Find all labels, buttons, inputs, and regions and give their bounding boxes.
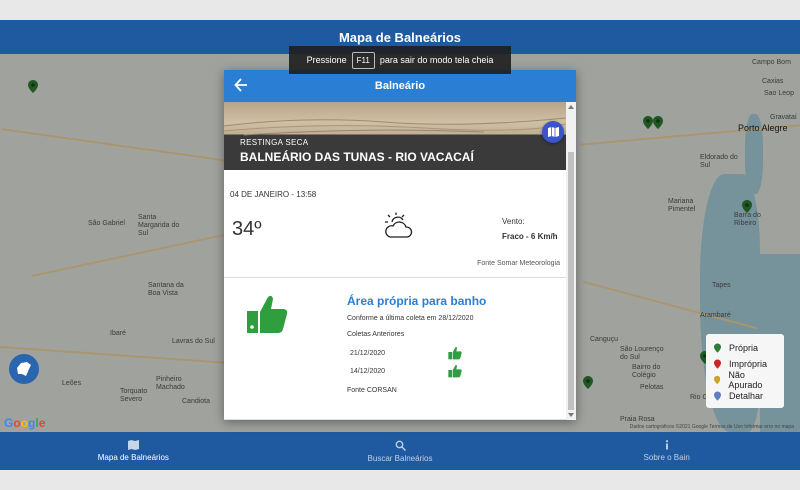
weather-section: 04 DE JANEIRO - 13:58 34º Vento: Fraco -… — [224, 170, 566, 278]
map-legend: Própria Imprópria Não Apurado Detalhar — [706, 334, 784, 408]
wind-value: Fraco - 6 Km/h — [502, 232, 558, 241]
red-marker-icon — [714, 359, 721, 369]
fs-key: F11 — [351, 51, 375, 69]
legend-label: Detalhar — [729, 391, 764, 401]
legend-label: Própria — [729, 343, 759, 353]
bottom-nav: Mapa de Balneários Buscar Balneários Sob… — [0, 432, 800, 470]
previous-samples-label: Coletas Anteriores — [347, 331, 405, 338]
thumb-up-icon — [448, 346, 462, 360]
nav-mapa[interactable]: Mapa de Balneários — [0, 432, 267, 470]
sample-date: 14/12/2020 — [350, 368, 386, 375]
weather-date: 04 DE JANEIRO - 13:58 — [230, 190, 317, 199]
beach-region: RESTINGA SECA — [240, 138, 309, 147]
quality-source: Fonte CORSAN — [347, 387, 397, 394]
back-arrow-icon[interactable] — [234, 78, 248, 92]
scroll-down-arrow-icon[interactable] — [568, 413, 574, 417]
beach-detail-modal: Balneário RESTINGA SECA BALNEÁRIO DAS TU… — [224, 70, 576, 420]
nav-sobre[interactable]: Sobre o Bain — [533, 432, 800, 470]
modal-toolbar: Balneário — [224, 70, 576, 102]
app-frame: Mapa de Balneários São Gabriel Santa Mar… — [0, 20, 800, 470]
map-attribution[interactable]: Dados cartográficos ©2021 Google Termos … — [630, 424, 794, 430]
temperature: 34º — [232, 218, 262, 240]
nav-label: Buscar Balneários — [367, 453, 433, 463]
map-icon — [547, 127, 559, 137]
nav-buscar[interactable]: Buscar Balneários — [267, 432, 534, 470]
wind-label: Vento: — [502, 217, 525, 226]
legend-item-detalhar: Detalhar — [714, 388, 776, 404]
state-map-button[interactable] — [9, 354, 39, 384]
modal-title: Balneário — [374, 80, 426, 92]
legend-label: Imprópria — [729, 359, 768, 369]
fs-prefix: Pressione — [306, 55, 347, 65]
partly-cloudy-icon — [385, 212, 413, 238]
info-icon — [665, 440, 668, 450]
modal-scrollbar[interactable] — [566, 102, 576, 420]
legend-item-propria: Própria — [714, 340, 776, 356]
nav-label: Sobre o Bain — [643, 453, 690, 462]
thumb-up-icon — [247, 295, 288, 333]
map-icon — [127, 440, 139, 450]
thumb-up-icon — [448, 364, 462, 378]
legend-label: Não Apurado — [728, 370, 763, 390]
rs-map-icon — [17, 362, 31, 376]
search-icon — [395, 440, 406, 451]
fs-suffix: para sair do modo tela cheia — [379, 55, 494, 65]
yellow-marker-icon — [714, 375, 721, 385]
beach-name: BALNEÁRIO DAS TUNAS - RIO VACACAÍ — [240, 150, 474, 164]
green-marker-icon — [714, 343, 721, 353]
app-title: Mapa de Balneários — [338, 29, 462, 45]
nav-label: Mapa de Balneários — [97, 453, 169, 462]
view-on-map-button[interactable] — [542, 121, 564, 143]
legend-item-nao-apurado: Não Apurado — [714, 370, 776, 390]
google-logo: Google — [4, 416, 46, 430]
water-quality-section: Área própria para banho Conforme a últim… — [224, 278, 566, 420]
scroll-up-arrow-icon[interactable] — [568, 105, 574, 109]
beach-photo — [224, 117, 566, 136]
quality-status: Área própria para banho — [347, 294, 487, 308]
modal-content: RESTINGA SECA BALNEÁRIO DAS TUNAS - RIO … — [224, 102, 566, 420]
scroll-thumb[interactable] — [568, 152, 574, 410]
last-sample-info: Conforme a última coleta em 28/12/2020 — [347, 315, 474, 322]
blue-marker-icon — [714, 391, 721, 401]
sample-date: 21/12/2020 — [350, 350, 386, 357]
weather-source: Fonte Somar Meteorologia — [477, 260, 560, 267]
fullscreen-notice: Pressione F11 para sair do modo tela che… — [289, 46, 511, 74]
beach-hero: RESTINGA SECA BALNEÁRIO DAS TUNAS - RIO … — [224, 102, 566, 170]
